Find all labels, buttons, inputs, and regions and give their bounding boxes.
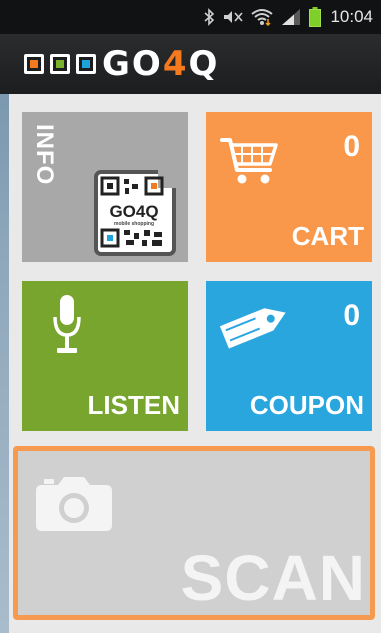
coupon-count: 0 [343, 299, 360, 332]
mute-icon [224, 11, 244, 23]
microphone-icon [53, 295, 81, 353]
clock-time: 10:04 [330, 7, 373, 26]
camera-icon [36, 477, 112, 531]
cart-tile[interactable]: 0 CART [206, 112, 372, 262]
logo-square-orange [24, 54, 44, 74]
logo-squares [24, 54, 96, 74]
logo-accent: 4 [162, 44, 189, 84]
battery-icon [309, 7, 322, 27]
logo-prefix: GO [102, 44, 163, 84]
logo-suffix: Q [188, 44, 220, 84]
status-bar: 10:04 [0, 0, 381, 34]
info-tile[interactable]: INFO GO4Q mobile shopping [22, 112, 188, 262]
bluetooth-icon [204, 8, 215, 26]
scan-label: SCAN [180, 542, 366, 614]
info-label: INFO [31, 124, 58, 186]
shopping-cart-icon [220, 138, 278, 184]
qr-caption: GO4Q [109, 202, 158, 221]
cart-label: CART [291, 221, 364, 251]
logo-square-blue [76, 54, 96, 74]
app-header: GO4Q [0, 34, 381, 94]
coupon-tile[interactable]: 0 COUPON [206, 281, 372, 431]
logo-square-green [50, 54, 70, 74]
price-tag-icon [219, 308, 286, 349]
scan-tile[interactable]: SCAN [13, 446, 375, 620]
app-logo: GO4Q [102, 44, 219, 84]
listen-label: LISTEN [87, 390, 180, 420]
signal-icon [282, 9, 301, 25]
qr-subcaption: mobile shopping [114, 221, 154, 227]
cart-count: 0 [343, 130, 360, 163]
qr-code-icon: GO4Q mobile shopping [94, 170, 176, 256]
wifi-icon [251, 9, 274, 26]
coupon-label: COUPON [249, 390, 364, 420]
tile-grid: INFO GO4Q mobile shopping 0 CART LISTEN … [9, 94, 381, 633]
listen-tile[interactable]: LISTEN [22, 281, 188, 431]
